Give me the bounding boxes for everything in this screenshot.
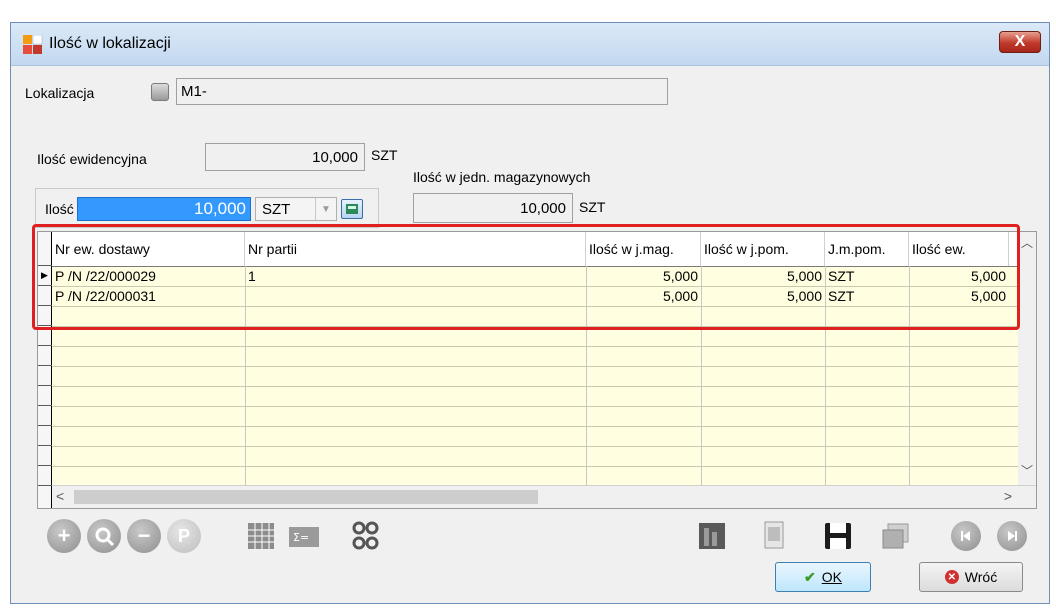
location-field[interactable]: M1- xyxy=(176,78,668,105)
delivery-number-cell[interactable]: P /N /22/000031 xyxy=(52,286,245,306)
table-row[interactable] xyxy=(52,346,1036,367)
qty-aux-unit-cell[interactable]: 5,000 xyxy=(701,266,825,286)
table-row[interactable] xyxy=(52,426,1036,447)
scroll-down-icon[interactable]: ﹀ xyxy=(1018,462,1036,480)
table-row[interactable] xyxy=(52,446,1036,467)
table-row[interactable]: P /N /22/000029 1 5,000 5,000 SZT 5,000 xyxy=(52,266,1036,287)
scroll-left-icon[interactable]: < xyxy=(56,488,64,504)
warehouse-unit-quantity-field: 10,000 xyxy=(413,193,573,223)
grid-icon[interactable] xyxy=(245,519,279,553)
cancel-icon: ✕ xyxy=(944,570,959,584)
table-row[interactable] xyxy=(52,326,1036,347)
batch-number-cell[interactable]: 1 xyxy=(245,266,586,286)
p-icon-label: P xyxy=(177,525,190,546)
column-header[interactable]: J.m.pom. xyxy=(825,232,909,266)
qty-recorded-cell[interactable]: 5,000 xyxy=(909,266,1009,286)
gears-icon[interactable] xyxy=(349,519,383,553)
table-row[interactable] xyxy=(52,306,1036,327)
warehouse-unit-quantity-unit: SZT xyxy=(579,199,606,215)
prev-icon[interactable] xyxy=(951,521,981,551)
p-icon[interactable]: P xyxy=(167,519,201,553)
scroll-right-icon[interactable]: > xyxy=(1004,488,1012,504)
table-row[interactable]: P /N /22/000031 5,000 5,000 SZT 5,000 xyxy=(52,286,1036,307)
save-icon[interactable] xyxy=(821,519,855,553)
copy-icon[interactable] xyxy=(879,519,913,553)
close-icon: X xyxy=(1014,33,1026,50)
cancel-button[interactable]: ✕ Wróć xyxy=(919,562,1023,592)
remove-icon[interactable]: − xyxy=(127,519,161,553)
svg-text:Σ=: Σ= xyxy=(293,531,309,544)
close-button[interactable]: X xyxy=(999,31,1041,53)
vertical-scrollbar[interactable]: ︿ ﹀ xyxy=(1018,232,1036,488)
batch-number-cell[interactable] xyxy=(245,286,586,306)
column-header[interactable]: Nr partii xyxy=(245,232,586,266)
location-label: Lokalizacja xyxy=(25,85,95,101)
horizontal-scrollbar[interactable]: < > xyxy=(52,485,1036,508)
sum-icon[interactable]: Σ= xyxy=(287,519,321,553)
ok-button[interactable]: ✔ OK xyxy=(775,562,871,592)
aux-unit-cell[interactable]: SZT xyxy=(825,286,909,306)
qty-warehouse-unit-cell[interactable]: 5,000 xyxy=(586,286,701,306)
unit-select-value: SZT xyxy=(262,201,291,218)
chevron-down-icon[interactable]: ▼ xyxy=(315,198,336,220)
unit-select[interactable]: SZT ▼ xyxy=(255,197,337,221)
quantity-input[interactable]: 10,000 xyxy=(77,197,251,221)
next-icon[interactable] xyxy=(997,521,1027,551)
dialog-window: Ilość w lokalizacji X Lokalizacja M1- Il… xyxy=(10,22,1050,604)
column-header[interactable]: Nr ew. dostawy xyxy=(52,232,245,266)
warehouse-unit-quantity-label: Ilość w jedn. magazynowych xyxy=(413,169,591,185)
delivery-number-cell[interactable]: P /N /22/000029 xyxy=(52,266,245,286)
aux-unit-cell[interactable]: SZT xyxy=(825,266,909,286)
book-icon[interactable] xyxy=(695,519,729,553)
quantity-label: Ilość xyxy=(45,201,74,217)
recorded-quantity-field: 10,000 xyxy=(205,143,365,171)
recorded-quantity-label: Ilość ewidencyjna xyxy=(37,151,147,167)
add-icon[interactable]: + xyxy=(47,519,81,553)
document-icon[interactable] xyxy=(757,519,791,553)
calculator-icon[interactable] xyxy=(341,199,363,219)
table-row[interactable] xyxy=(52,386,1036,407)
ok-button-label: OK xyxy=(821,569,842,585)
row-indicator-column: ▶ xyxy=(38,232,52,508)
app-icon xyxy=(23,35,43,54)
qty-recorded-cell[interactable]: 5,000 xyxy=(909,286,1009,306)
check-icon: ✔ xyxy=(804,568,816,585)
deliveries-grid[interactable]: ▶ Nr ew. dostawy Nr partii Ilość w j.mag… xyxy=(37,231,1037,509)
cancel-button-label: Wróć xyxy=(964,569,998,585)
search-icon[interactable] xyxy=(87,519,121,553)
location-picker-icon[interactable] xyxy=(151,83,169,101)
scroll-up-icon[interactable]: ︿ xyxy=(1018,234,1036,252)
column-header[interactable]: Ilość ew. xyxy=(909,232,1009,266)
table-row[interactable] xyxy=(52,366,1036,387)
qty-aux-unit-cell[interactable]: 5,000 xyxy=(701,286,825,306)
grid-header: Nr ew. dostawy Nr partii Ilość w j.mag. … xyxy=(52,232,1036,267)
qty-warehouse-unit-cell[interactable]: 5,000 xyxy=(586,266,701,286)
window-title: Ilość w lokalizacji xyxy=(49,35,171,52)
column-header[interactable]: Ilość w j.pom. xyxy=(701,232,825,266)
title-bar[interactable]: Ilość w lokalizacji X xyxy=(11,23,1049,66)
recorded-quantity-unit: SZT xyxy=(371,147,398,163)
column-header[interactable]: Ilość w j.mag. xyxy=(586,232,701,266)
current-row-arrow-icon: ▶ xyxy=(41,270,48,280)
table-row[interactable] xyxy=(52,406,1036,427)
horizontal-scroll-thumb[interactable] xyxy=(74,490,538,504)
